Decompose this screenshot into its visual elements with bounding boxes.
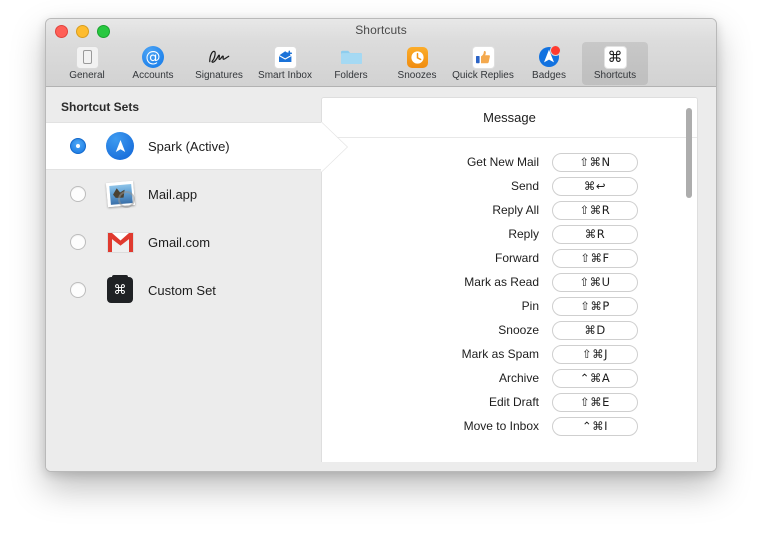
shortcut-keycap[interactable]: ⌘↩ — [552, 176, 638, 196]
shortcut-action-label: Snooze — [498, 323, 539, 337]
shortcut-keycap[interactable]: ⇧⌘P — [552, 296, 638, 316]
section-title: Message — [483, 110, 536, 125]
sidebar-item-gmail[interactable]: Gmail.com — [46, 218, 321, 266]
accounts-icon: @ — [141, 45, 165, 69]
window-titlebar: Shortcuts — [46, 19, 716, 41]
shortcut-keycap[interactable]: ⌃⌘I — [552, 416, 638, 436]
smart-inbox-icon — [273, 45, 297, 69]
window-title: Shortcuts — [355, 23, 407, 37]
shortcut-keycap[interactable]: ⌃⌘A — [552, 368, 638, 388]
shortcut-row[interactable]: Pin ⇧⌘P — [322, 294, 697, 318]
toolbar-item-badges[interactable]: Badges — [516, 42, 582, 85]
signatures-icon — [207, 45, 231, 69]
selection-pointer — [321, 122, 347, 172]
shortcut-keycap[interactable]: ⇧⌘J — [552, 344, 638, 364]
shortcut-action-label: Reply — [508, 227, 539, 241]
custom-set-icon: ⌘ — [105, 275, 135, 305]
toolbar-item-general[interactable]: General — [54, 42, 120, 85]
shortcut-action-label: Move to Inbox — [463, 419, 539, 433]
preferences-toolbar: General @ Accounts Signatures Smart Inbo… — [46, 41, 716, 87]
shortcut-keycap[interactable]: ⇧⌘F — [552, 248, 638, 268]
preferences-window: Shortcuts General @ Accounts Signatures … — [45, 18, 717, 472]
toolbar-item-folders[interactable]: Folders — [318, 42, 384, 85]
shortcut-keycap[interactable]: ⌘D — [552, 320, 638, 340]
toolbar-item-snoozes[interactable]: Snoozes — [384, 42, 450, 85]
toolbar-item-accounts[interactable]: @ Accounts — [120, 42, 186, 85]
shortcut-action-label: Mark as Read — [464, 275, 539, 289]
shortcut-row[interactable]: Mark as Spam ⇧⌘J — [322, 342, 697, 366]
shortcut-action-label: Forward — [494, 251, 539, 265]
shortcut-sets-sidebar: Shortcut Sets Spark (Active) Mail.app Gm… — [46, 87, 347, 471]
general-icon — [75, 45, 99, 69]
toolbar-label-smart-inbox: Smart Inbox — [258, 70, 312, 81]
radio-mail-app[interactable] — [70, 186, 86, 202]
shortcut-action-label: Archive — [498, 371, 539, 385]
shortcut-action-label: Edit Draft — [488, 395, 539, 409]
preferences-body: Shortcut Sets Spark (Active) Mail.app Gm… — [46, 87, 716, 471]
shortcut-row[interactable]: Edit Draft ⇧⌘E — [322, 390, 697, 414]
toolbar-label-signatures: Signatures — [195, 70, 243, 81]
shortcut-action-label: Reply All — [492, 203, 539, 217]
shortcut-keycap[interactable]: ⌘R — [552, 224, 638, 244]
sidebar-item-spark[interactable]: Spark (Active) — [46, 122, 347, 172]
panel-scrollbar[interactable] — [683, 106, 694, 471]
shortcut-row[interactable]: Reply All ⇧⌘R — [322, 198, 697, 222]
toolbar-label-folders: Folders — [334, 70, 368, 81]
shortcut-action-label: Mark as Spam — [461, 347, 539, 361]
toolbar-item-shortcuts[interactable]: ⌘ Shortcuts — [582, 42, 648, 85]
sidebar-item-custom-set[interactable]: ⌘ Custom Set — [46, 266, 321, 314]
folders-icon — [339, 45, 363, 69]
sidebar-item-mail-app[interactable]: Mail.app — [46, 170, 321, 218]
shortcut-action-label: Pin — [521, 299, 539, 313]
screenshot-root: Shortcuts General @ Accounts Signatures … — [0, 0, 760, 533]
shortcut-row[interactable]: Archive ⌃⌘A — [322, 366, 697, 390]
shortcuts-list: Get New Mail ⇧⌘N Send ⌘↩ Reply All ⇧⌘R R… — [322, 138, 697, 471]
scrollbar-thumb[interactable] — [685, 108, 692, 198]
snoozes-icon — [405, 45, 429, 69]
sidebar-label-custom-set: Custom Set — [148, 282, 216, 298]
sidebar-title: Shortcut Sets — [61, 100, 140, 114]
shortcut-row[interactable]: Snooze ⌘D — [322, 318, 697, 342]
toolbar-label-shortcuts: Shortcuts — [593, 70, 637, 81]
toolbar-label-general: General — [69, 70, 105, 81]
shortcut-keycap[interactable]: ⇧⌘E — [552, 392, 638, 412]
sidebar-label-gmail: Gmail.com — [148, 234, 211, 250]
shortcuts-panel: Message Get New Mail ⇧⌘N Send ⌘↩ Reply A… — [321, 97, 698, 471]
shortcut-keycap[interactable]: ⇧⌘R — [552, 200, 638, 220]
toolbar-item-signatures[interactable]: Signatures — [186, 42, 252, 85]
shortcut-action-label: Send — [510, 179, 539, 193]
shortcut-row[interactable]: Move to Inbox ⌃⌘I — [322, 414, 697, 438]
toolbar-label-snoozes: Snoozes — [397, 70, 437, 81]
radio-spark[interactable] — [70, 138, 86, 154]
sidebar-label-spark: Spark (Active) — [148, 138, 230, 154]
toolbar-item-quick-replies[interactable]: Quick Replies — [450, 42, 516, 85]
toolbar-label-accounts: Accounts — [132, 70, 174, 81]
panel-bottom-mask — [46, 462, 716, 471]
shortcut-row[interactable]: Forward ⇧⌘F — [322, 246, 697, 270]
radio-custom-set[interactable] — [70, 282, 86, 298]
badges-icon — [537, 45, 561, 69]
toolbar-label-badges: Badges — [532, 70, 566, 81]
spark-icon — [105, 131, 135, 161]
toolbar-item-smart-inbox[interactable]: Smart Inbox — [252, 42, 318, 85]
shortcut-keycap[interactable]: ⇧⌘N — [552, 152, 638, 172]
quick-replies-icon — [471, 45, 495, 69]
shortcut-row[interactable]: Send ⌘↩ — [322, 174, 697, 198]
mail-app-icon — [105, 179, 135, 209]
toolbar-label-quick-replies: Quick Replies — [452, 70, 514, 81]
shortcut-action-label: Get New Mail — [466, 155, 539, 169]
shortcut-row[interactable]: Mark as Read ⇧⌘U — [322, 270, 697, 294]
shortcut-row[interactable]: Get New Mail ⇧⌘N — [322, 150, 697, 174]
shortcut-row[interactable]: Reply ⌘R — [322, 222, 697, 246]
shortcut-set-list: Spark (Active) Mail.app Gmail.com ⌘ Cust… — [46, 122, 347, 314]
shortcut-keycap[interactable]: ⇧⌘U — [552, 272, 638, 292]
shortcuts-icon: ⌘ — [603, 45, 627, 69]
gmail-icon — [105, 227, 135, 257]
radio-gmail[interactable] — [70, 234, 86, 250]
shortcuts-section-header: Message — [322, 98, 697, 138]
sidebar-label-mail-app: Mail.app — [148, 186, 198, 202]
